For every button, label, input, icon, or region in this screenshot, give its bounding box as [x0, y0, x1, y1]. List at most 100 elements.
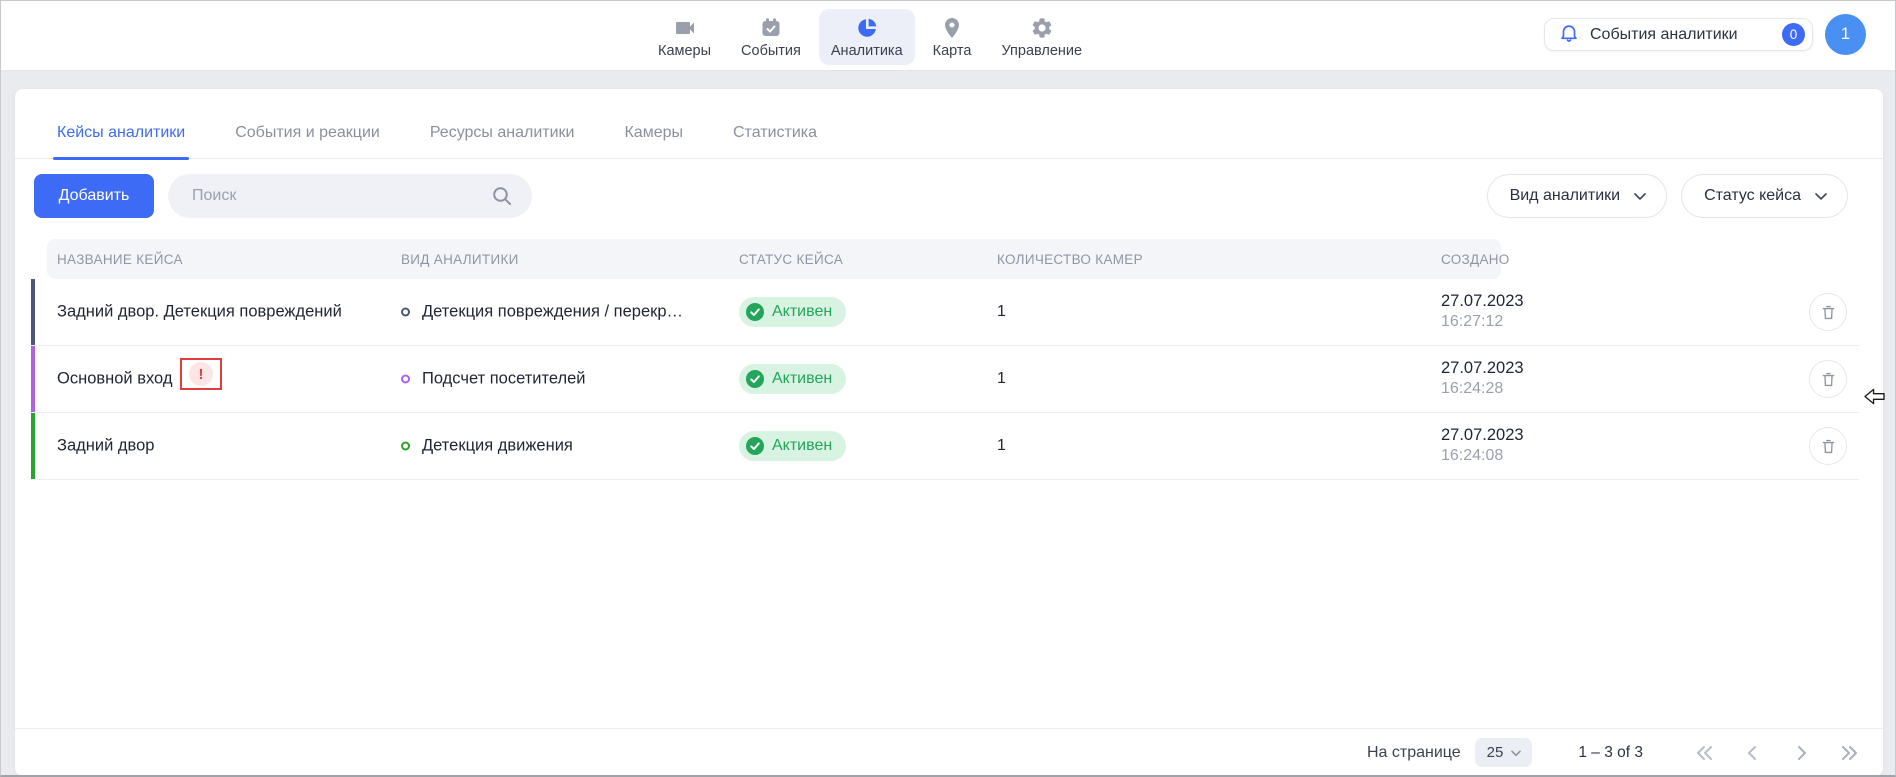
camera-count: 1: [997, 437, 1006, 455]
camera-count: 1: [997, 303, 1006, 321]
case-name: Основной вход: [57, 370, 173, 389]
created-at: 27.07.2023 16:27:12: [1441, 291, 1524, 333]
search-field: [168, 174, 532, 218]
add-case-button[interactable]: Добавить: [34, 174, 154, 218]
created-at: 27.07.2023 16:24:28: [1441, 358, 1524, 400]
search-icon[interactable]: [490, 184, 514, 208]
case-status: Активен: [739, 364, 846, 394]
tab-analytics-resources[interactable]: Ресурсы аналитики: [430, 124, 575, 158]
trash-icon: [1819, 303, 1838, 322]
filter-label: Вид аналитики: [1510, 187, 1621, 205]
analytics-type: Детекция движения: [401, 437, 573, 456]
column-header-created: СОЗДАНО: [1441, 239, 1510, 279]
per-page-label: На странице: [1367, 744, 1461, 762]
top-navigation-bar: Камеры События Аналитика Карта: [1, 1, 1895, 71]
nav-item-management[interactable]: Управление: [989, 9, 1094, 65]
map-pin-icon: [940, 16, 964, 40]
row-accent-bar: [31, 346, 35, 412]
tab-cameras[interactable]: Камеры: [624, 124, 683, 158]
table-row[interactable]: Основной вход Подсчет посетителей Активе…: [31, 346, 1859, 413]
last-page-button[interactable]: [1837, 741, 1861, 765]
column-header-camera-count: КОЛИЧЕСТВО КАМЕР: [997, 239, 1143, 279]
analytics-type-icon: [401, 442, 410, 451]
nav-item-analytics[interactable]: Аналитика: [819, 9, 915, 65]
double-chevron-right-icon: [1837, 741, 1861, 765]
created-at: 27.07.2023 16:24:08: [1441, 425, 1524, 467]
tab-analytics-cases[interactable]: Кейсы аналитики: [57, 124, 185, 158]
events-count-badge: 0: [1782, 23, 1805, 46]
status-badge: Активен: [739, 297, 846, 327]
column-header-analytics-type: ВИД АНАЛИТИКИ: [401, 239, 519, 279]
pagination-range: 1 – 3 of 3: [1578, 744, 1643, 762]
search-input[interactable]: [168, 174, 532, 218]
check-circle-icon: [746, 370, 764, 388]
chevron-down-icon: [1630, 186, 1650, 206]
check-circle-icon: [746, 437, 764, 455]
app-window: Камеры События Аналитика Карта: [0, 0, 1896, 777]
events-icon: [759, 16, 783, 40]
case-name: Задний двор. Детекция повреждений: [57, 303, 342, 322]
prev-page-button[interactable]: [1741, 741, 1765, 765]
case-status: Активен: [739, 431, 846, 461]
analytics-events-button[interactable]: События аналитики 0: [1544, 18, 1813, 51]
trash-icon: [1819, 437, 1838, 456]
table-header: НАЗВАНИЕ КЕЙСА ВИД АНАЛИТИКИ СТАТУС КЕЙС…: [47, 239, 1501, 279]
pie-chart-icon: [855, 16, 879, 40]
case-status: Активен: [739, 297, 846, 327]
row-accent-bar: [31, 413, 35, 479]
table-row[interactable]: Задний двор. Детекция повреждений Детекц…: [31, 279, 1859, 346]
delete-case-button[interactable]: [1809, 427, 1847, 465]
error-exclamation-icon: !: [189, 362, 213, 386]
delete-case-button[interactable]: [1809, 293, 1847, 331]
first-page-button[interactable]: [1693, 741, 1717, 765]
chevron-left-icon: [1741, 741, 1765, 765]
chevron-down-icon: [1508, 745, 1524, 761]
analytics-cases-panel: Кейсы аналитики События и реакции Ресурс…: [15, 89, 1883, 776]
camera-count: 1: [997, 370, 1006, 388]
pagination-bar: На странице 25 1 – 3 of 3: [15, 728, 1883, 776]
nav-item-map[interactable]: Карта: [921, 9, 984, 65]
next-page-button[interactable]: [1789, 741, 1813, 765]
nav-label: Карта: [933, 43, 972, 59]
analytics-type: Подсчет посетителей: [401, 370, 586, 389]
filter-label: Статус кейса: [1704, 187, 1801, 205]
chevron-right-icon: [1789, 741, 1813, 765]
video-camera-icon: [673, 16, 697, 40]
double-chevron-left-icon: [1693, 741, 1717, 765]
tab-events-reactions[interactable]: События и реакции: [235, 124, 380, 158]
status-badge: Активен: [739, 364, 846, 394]
analytics-type-icon: [401, 308, 410, 317]
filter-case-status[interactable]: Статус кейса: [1681, 174, 1848, 218]
trash-icon: [1819, 370, 1838, 389]
table-row[interactable]: Задний двор Детекция движения Активен 1 …: [31, 413, 1859, 480]
user-avatar[interactable]: 1: [1825, 14, 1866, 55]
annotation-highlight-box: !: [180, 358, 222, 390]
check-circle-icon: [746, 303, 764, 321]
nav-item-events[interactable]: События: [729, 9, 813, 65]
status-badge: Активен: [739, 431, 846, 461]
case-name: Задний двор: [57, 437, 154, 456]
row-accent-bar: [31, 279, 35, 345]
tab-statistics[interactable]: Статистика: [733, 124, 817, 158]
nav-label: События: [741, 43, 801, 59]
table-body: Задний двор. Детекция повреждений Детекц…: [31, 279, 1859, 480]
main-nav: Камеры События Аналитика Карта: [646, 6, 1094, 68]
nav-item-cameras[interactable]: Камеры: [646, 9, 723, 65]
toolbar: Добавить Вид аналитики Статус кейса: [34, 174, 1848, 218]
filter-analytics-type[interactable]: Вид аналитики: [1487, 174, 1668, 218]
avatar-label: 1: [1841, 25, 1850, 44]
delete-case-button[interactable]: [1809, 360, 1847, 398]
tabs-bar: Кейсы аналитики События и реакции Ресурс…: [15, 89, 1883, 159]
analytics-type-icon: [401, 375, 410, 384]
events-button-label: События аналитики: [1590, 26, 1738, 44]
bell-icon: [1558, 22, 1580, 47]
per-page-select[interactable]: 25: [1475, 738, 1533, 767]
column-header-case-name: НАЗВАНИЕ КЕЙСА: [57, 239, 183, 279]
filters: Вид аналитики Статус кейса: [1487, 174, 1848, 218]
nav-label: Управление: [1001, 43, 1082, 59]
chevron-down-icon: [1811, 186, 1831, 206]
nav-label: Камеры: [658, 43, 711, 59]
pager-controls: [1693, 741, 1861, 765]
analytics-type: Детекция повреждения / перекр…: [401, 303, 683, 322]
column-header-case-status: СТАТУС КЕЙСА: [739, 239, 843, 279]
